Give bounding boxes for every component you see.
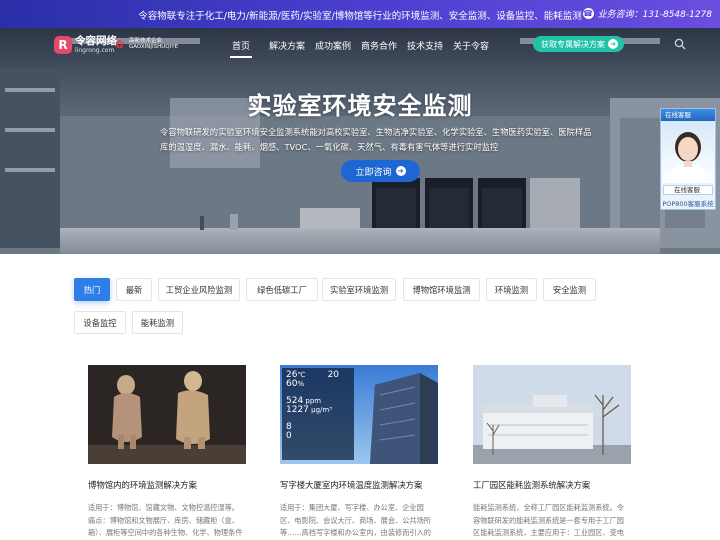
filter-tag-hot[interactable]: 热门 [74,278,110,301]
phone-number: 131-8548-1278 [642,10,712,20]
arrow-right-icon: ➜ [395,166,406,176]
card-title[interactable]: 工厂园区能耗监测系统解决方案 [473,479,631,491]
chat-footer: POP800客服系统 [662,200,714,208]
filter-tag-equipment[interactable]: 设备监控 [74,311,126,334]
solution-card[interactable]: 工厂园区能耗监测系统解决方案 能耗监测系统，全称工厂园区能耗监测系统。令容物联研… [473,365,631,540]
phone-icon: ☎ [582,8,594,19]
filter-tag-safety[interactable]: 安全监测 [543,278,596,301]
filter-tag-lab[interactable]: 实验室环境监测 [322,278,396,301]
nav-item-business[interactable]: 商务合作 [356,39,402,52]
phone-contact[interactable]: ☎ 业务咨询：131-8548-1278 [582,7,712,20]
agent-avatar [662,121,714,183]
get-solution-label: 获取专属解决方案 [541,39,605,49]
search-icon[interactable] [674,38,686,50]
filter-tag-green[interactable]: 绿色低碳工厂 [246,278,318,301]
filter-tag-energy[interactable]: 能耗监测 [132,311,183,334]
logo-domain: lingrong.com [75,47,115,54]
nav-item-support[interactable]: 技术支持 [402,39,448,52]
card-image-factory [473,365,631,464]
tvoc-unit: μg/m³ [311,406,333,414]
hero-title: 实验室环境安全监测 [247,92,473,120]
consult-now-label: 立即咨询 [355,167,392,178]
get-solution-button[interactable]: 获取专属解决方案 ➜ [533,36,624,52]
card-image-museum [88,365,246,464]
filter-tag-latest[interactable]: 最新 [116,278,152,301]
reading-b: 0 [286,431,292,441]
humidity-value: 60 [286,379,298,389]
chat-header: 在线客服 [661,109,715,121]
logo-icon: R [54,36,72,54]
chat-status: 在线客服 [663,185,713,195]
nav-item-about[interactable]: 关于令容 [448,39,494,52]
card-title[interactable]: 博物馆内的环境监测解决方案 [88,479,246,491]
logo-name: 令容网络 [75,35,117,47]
card-description: 适用于：博物馆、馆藏文物、文物控温控湿等。痛点：博物馆和文物展厅、库房、储藏柜（… [88,503,243,537]
hero-description: 令容物联研发的实验室环境安全监测系统能对高校实验室、生物洁净实验室、化学实验室、… [160,127,592,152]
high-tech-badge: ✿ 高新技术企业 GAOXINJISHUQIYE [115,38,179,51]
solution-card[interactable]: 26℃ 20 60% 524 ppm 1227 μg/m³ 8 0 写字楼大厦室… [280,365,438,540]
filter-tag-museum[interactable]: 博物馆环境监测 [403,278,480,301]
temp-unit: ℃ [297,371,306,379]
phone-label: 业务咨询： [597,10,643,20]
top-announcement-bar: 令容物联专注于化工/电力/新能源/医药/实验室/博物馆等行业的环境监测、安全监测… [0,0,720,28]
nav-item-cases[interactable]: 成功案例 [310,39,356,52]
nav-item-home[interactable]: 首页 [218,39,264,58]
card-image-office: 26℃ 20 60% 524 ppm 1227 μg/m³ 8 0 [280,365,438,464]
arrow-right-icon: ➜ [608,39,618,49]
badge-line2: GAOXINJISHUQIYE [129,44,179,50]
nav-menu: 首页 解决方案 成功案例 商务合作 技术支持 关于令容 [218,39,494,58]
tvoc-value: 1227 [286,405,309,415]
card-description: 能耗监测系统，全称工厂园区能耗监测系统。令容物联研发的能耗监测系统是一套专用于工… [473,503,624,537]
filter-tag-risk[interactable]: 工贸企业风险监测 [158,278,240,301]
solution-card[interactable]: 博物馆内的环境监测解决方案 适用于：博物馆、馆藏文物、文物控温控湿等。痛点：博物… [88,365,246,540]
consult-now-button[interactable]: 立即咨询 ➜ [341,160,420,182]
card-description: 适用于：集团大厦、写字楼、办公室、企业园区、电影院、会议大厅、商场、展会、公共场… [280,503,431,537]
co2-unit: ppm [305,397,322,405]
badge-icon: ✿ [115,38,125,51]
main-navigation: R 令容网络 lingrong.com ✿ 高新技术企业 GAOXINJISHU… [0,28,720,60]
company-logo[interactable]: R 令容网络 lingrong.com [54,36,117,54]
pm-value: 20 [327,370,340,380]
online-chat-widget[interactable]: 在线客服 在线客服 POP800客服系统 [660,108,716,210]
card-title[interactable]: 写字楼大厦室内环境温度监测解决方案 [280,479,438,491]
filter-tag-environment[interactable]: 环境监测 [486,278,537,301]
nav-item-solutions[interactable]: 解决方案 [264,39,310,52]
humidity-unit: % [297,380,305,388]
